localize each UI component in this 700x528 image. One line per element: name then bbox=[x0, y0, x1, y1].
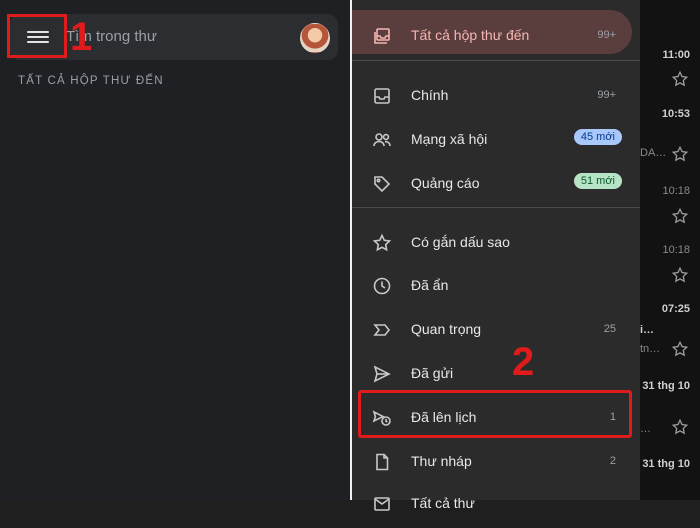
new-count-badge: 45 mới bbox=[573, 129, 622, 145]
star-icon[interactable] bbox=[671, 70, 689, 88]
drawer-item-count: 25 bbox=[603, 323, 616, 335]
people-icon bbox=[372, 130, 392, 150]
star-icon bbox=[372, 233, 392, 253]
drawer-item-label: Đã ẩn bbox=[411, 277, 449, 293]
star-icon[interactable] bbox=[671, 145, 689, 163]
drawer-item-label: Có gắn dấu sao bbox=[411, 234, 510, 250]
step-number-2: 2 bbox=[512, 340, 535, 384]
send-icon bbox=[372, 364, 392, 384]
highlight-box-menu bbox=[7, 14, 67, 58]
clock-icon bbox=[372, 276, 392, 296]
all-mail-icon bbox=[372, 494, 392, 514]
drawer-item-drafts[interactable]: Thư nháp 2 bbox=[352, 446, 640, 486]
mail-time: 10:18 bbox=[662, 244, 690, 256]
mail-time: 07:25 bbox=[661, 303, 690, 315]
drawer-item-all-mail[interactable]: Tất cả thư bbox=[352, 488, 640, 528]
drawer-item-label: Chính bbox=[411, 87, 449, 103]
drawer-item-snoozed[interactable]: Đã ẩn bbox=[352, 270, 640, 310]
important-icon bbox=[372, 320, 392, 340]
drawer-item-count: 2 bbox=[609, 455, 616, 467]
mail-time: 11:00 bbox=[662, 49, 690, 61]
section-label: TẤT CẢ HỘP THƯ ĐẾN bbox=[18, 75, 164, 87]
drawer-item-label: Mạng xã hội bbox=[411, 131, 488, 147]
new-count-badge: 51 mới bbox=[573, 173, 622, 189]
mail-snippet: i… bbox=[640, 324, 655, 336]
drawer-item-label: Tất cả thư bbox=[411, 495, 475, 511]
drawer-item-important[interactable]: Quan trọng 25 bbox=[352, 314, 640, 354]
mail-snippet: DA… bbox=[640, 147, 667, 159]
inbox-icon bbox=[372, 86, 392, 106]
highlight-box-scheduled bbox=[358, 390, 632, 438]
drawer-item-label: Tất cả hộp thư đến bbox=[411, 27, 530, 43]
drawer-item-all-inboxes[interactable]: Tất cả hộp thư đến 99+ bbox=[352, 10, 640, 60]
drawer-item-label: Quảng cáo bbox=[411, 175, 480, 191]
inbox-stack-icon bbox=[372, 26, 392, 46]
star-icon[interactable] bbox=[671, 266, 689, 284]
mail-time: 31 thg 10 bbox=[642, 458, 690, 470]
drawer-item-label: Thư nháp bbox=[411, 453, 472, 469]
avatar[interactable] bbox=[300, 23, 330, 53]
star-icon[interactable] bbox=[671, 418, 689, 436]
mail-snippet: tn… bbox=[640, 343, 661, 355]
drawer-item-primary[interactable]: Chính 99+ bbox=[352, 80, 640, 120]
drawer-item-count: 99+ bbox=[597, 29, 616, 41]
drawer-item-promotions[interactable]: Quảng cáo 51 mới bbox=[352, 168, 640, 208]
star-icon[interactable] bbox=[671, 340, 689, 358]
mail-time: 31 thg 10 bbox=[642, 380, 690, 392]
drawer-item-starred[interactable]: Có gắn dấu sao bbox=[352, 227, 640, 267]
mail-snippet: … bbox=[640, 423, 651, 435]
drawer-item-label: Đã gửi bbox=[411, 365, 454, 381]
drawer-item-social[interactable]: Mạng xã hội 45 mới bbox=[352, 124, 640, 164]
tag-icon bbox=[372, 174, 392, 194]
drawer-divider bbox=[352, 207, 640, 208]
drawer-item-count: 99+ bbox=[597, 89, 616, 101]
step-number-1: 1 bbox=[70, 15, 93, 59]
star-icon[interactable] bbox=[671, 207, 689, 225]
drawer-item-label: Quan trọng bbox=[411, 321, 482, 337]
mail-time: 10:53 bbox=[661, 108, 690, 120]
draft-icon bbox=[372, 452, 392, 472]
drawer-divider bbox=[352, 60, 640, 61]
mail-time: 10:18 bbox=[662, 185, 690, 197]
